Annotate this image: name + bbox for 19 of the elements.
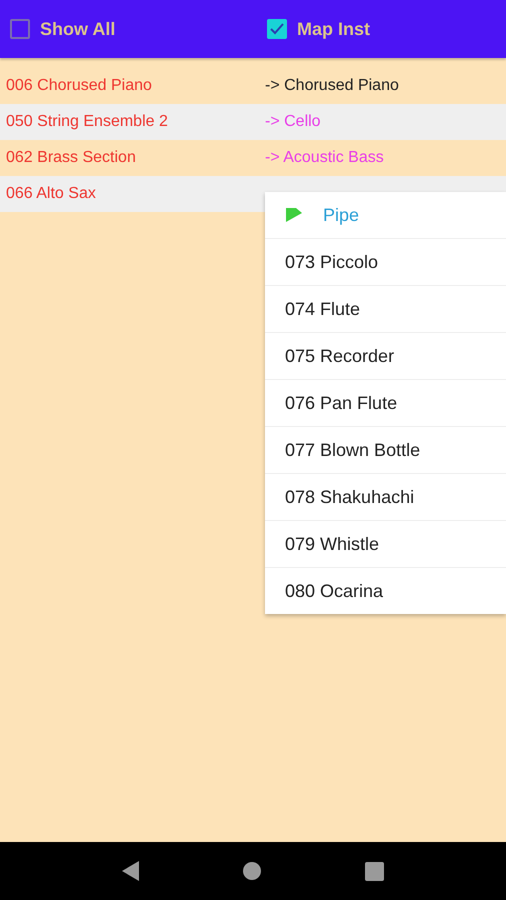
back-icon[interactable] [122,861,140,881]
menu-item[interactable]: 080 Ocarina [265,568,506,614]
menu-item[interactable]: 075 Recorder [265,333,506,380]
mapped-instrument[interactable]: -> Chorused Piano [265,77,506,95]
home-icon[interactable] [243,862,262,880]
checkbox[interactable] [267,19,287,39]
menu-item[interactable]: 078 Shakuhachi [265,474,506,521]
menu-item[interactable]: 079 Whistle [265,521,506,568]
instrument-name[interactable]: 050 String Ensemble 2 [0,113,265,131]
flag-icon [285,207,303,223]
menu-item[interactable]: 077 Blown Bottle [265,427,506,474]
recents-icon[interactable] [365,862,384,880]
checkbox-label: Show All [40,18,116,40]
group-heading: Pipe [323,204,360,226]
checkbox[interactable] [10,19,30,39]
menu-item[interactable]: 073 Piccolo [265,239,506,286]
menu-item[interactable]: 076 Pan Flute [265,380,506,427]
menu-item[interactable]: 074 Flute [265,286,506,333]
checkbox-label: Map Inst [297,18,370,40]
